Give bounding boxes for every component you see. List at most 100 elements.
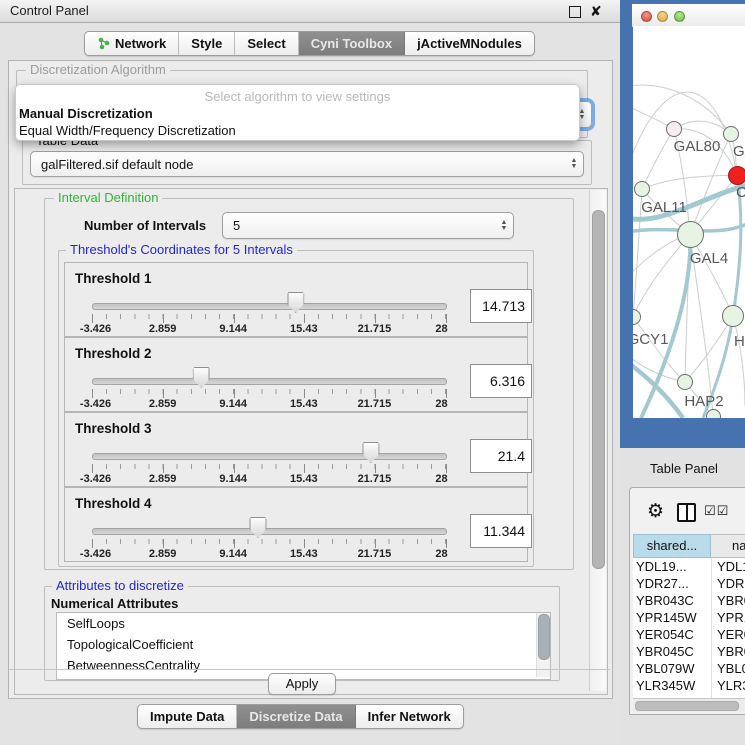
threshold-3-panel: Threshold 3 -3.426 2.859 9.144 15.43 21.… [64,412,528,487]
threshold-2-ticks [92,389,446,398]
network-node[interactable] [723,126,739,142]
column-header-shared[interactable]: shared... [633,534,711,558]
window-title: Control Panel [10,0,89,22]
node-label: C [736,184,745,201]
threshold-3-value-field[interactable]: 21.4 [470,439,532,473]
table-row[interactable]: YBR045CYBR0 [633,643,745,660]
list-item[interactable]: SelfLoops [57,613,550,634]
stepper-arrows-icon: ▲▼ [495,220,513,232]
tab-infer-network[interactable]: Infer Network [356,705,463,728]
tab-style[interactable]: Style [179,32,235,55]
tick-label: -3.426 [80,398,111,410]
threshold-4-label: Threshold 4 [75,496,152,511]
tick-label: 15.43 [290,548,318,560]
network-icon [97,37,110,50]
minimize-traffic-light-icon[interactable] [657,11,668,22]
attributes-group-title: Attributes to discretize [52,579,188,593]
tab-cyni-toolbox-label: Cyni Toolbox [311,32,392,55]
threshold-1-ticks [92,314,446,323]
tick-label: 28 [435,398,447,410]
table-hscrollbar-thumb[interactable] [635,701,739,711]
threshold-1-slider-thumb[interactable] [287,292,304,313]
top-tab-bar: Network Style Select Cyni Toolbox jActiv… [84,31,535,56]
tab-jactivemnodules-label: jActiveMNodules [417,32,522,55]
checkbox-icons[interactable]: ☑☑ [704,504,729,519]
tab-select[interactable]: Select [235,32,298,55]
column-header-name[interactable]: name [711,534,745,558]
tab-cyni-toolbox[interactable]: Cyni Toolbox [299,32,405,55]
num-intervals-value: 5 [223,218,495,233]
tab-jactivemnodules[interactable]: jActiveMNodules [405,32,534,55]
threshold-2-value-field[interactable]: 6.316 [470,364,532,398]
table-row[interactable]: YBL079WYBL0 [633,660,745,677]
node-label: GAL11 [641,199,687,216]
interval-group-title: Interval Definition [54,191,162,205]
tab-discretize-data[interactable]: Discretize Data [237,705,355,728]
table-rows: YDL19...YDL1 YDR27...YDR2 YBR043CYBR0 YP… [633,558,745,698]
table-row[interactable]: YLR345WYLR3 [633,677,745,694]
settings-scrollbar-thumb[interactable] [592,210,605,569]
network-node[interactable] [666,121,682,137]
tick-label: -3.426 [80,473,111,485]
table-panel-title: Table Panel [650,461,718,476]
threshold-4-ticks [92,539,446,548]
threshold-1-value-field[interactable]: 14.713 [470,289,532,323]
control-panel-window: Control Panel ✘ Network Style Select Cyn… [0,0,621,745]
tick-label: 21.715 [358,323,392,335]
tab-impute-data-label: Impute Data [150,705,224,728]
table-row[interactable]: YDL19...YDL1 [633,558,745,575]
network-node[interactable] [677,221,704,248]
table-row[interactable]: YER054CYER0 [633,626,745,643]
algorithm-dropdown-popup: Select algorithm to view settings Manual… [15,84,580,141]
split-columns-icon[interactable] [677,503,696,522]
network-node[interactable] [677,374,693,390]
tab-network[interactable]: Network [85,32,179,55]
tick-label: 9.144 [219,323,247,335]
network-canvas[interactable]: GAL80 GA C GAL11 GAL4 GCY1 H HAP2 [633,26,745,418]
tab-discretize-data-label: Discretize Data [249,705,342,728]
node-label: GAL4 [690,250,728,267]
dropdown-option-equal-width[interactable]: Equal Width/Frequency Discretization [19,123,236,138]
float-window-icon[interactable] [569,6,581,18]
attributes-scrollbar-thumb[interactable] [538,614,550,660]
list-item[interactable]: TopologicalCoefficient [57,634,550,655]
zoom-traffic-light-icon[interactable] [674,11,685,22]
tick-label: 28 [435,473,447,485]
network-node[interactable] [706,409,721,418]
threshold-1-label: Threshold 1 [75,271,152,286]
network-node[interactable] [634,181,650,197]
threshold-3-label: Threshold 3 [75,421,152,436]
threshold-2-label: Threshold 2 [75,346,152,361]
tick-label: 21.715 [358,398,392,410]
table-row[interactable]: YBR043CYBR0 [633,592,745,609]
threshold-3-slider-thumb[interactable] [362,442,379,463]
dropdown-hint: Select algorithm to view settings [16,89,579,104]
num-intervals-label: Number of Intervals [84,218,206,233]
algorithm-group-title: Discretization Algorithm [26,63,170,77]
apply-button[interactable]: Apply [268,673,336,695]
tick-label: 15.43 [290,323,318,335]
close-traffic-light-icon[interactable] [641,11,652,22]
table-row[interactable]: YDR27...YDR2 [633,575,745,592]
tab-infer-network-label: Infer Network [368,705,451,728]
tick-label: 2.859 [149,548,177,560]
threshold-4-value-field[interactable]: 11.344 [470,514,532,548]
table-data-combobox[interactable]: galFiltered.sif default node ▲▼ [30,151,584,177]
close-icon[interactable]: ✘ [590,3,602,20]
node-label: GCY1 [633,331,668,348]
thresholds-group-title: Threshold's Coordinates for 5 Intervals [66,243,297,257]
table-row[interactable]: YPR145WYPR1 [633,609,745,626]
dropdown-option-manual[interactable]: Manual Discretization [19,106,153,121]
threshold-2-slider-thumb[interactable] [193,367,210,388]
gear-icon[interactable]: ⚙ [647,500,664,522]
threshold-4-panel: Threshold 4 -3.426 2.859 9.144 15.43 21.… [64,487,528,562]
tab-impute-data[interactable]: Impute Data [138,705,237,728]
num-intervals-combobox[interactable]: 5 ▲▼ [222,212,514,239]
network-window-titlebar [632,4,745,27]
tick-label: 15.43 [290,398,318,410]
network-node[interactable] [722,305,744,327]
network-node-highlighted[interactable] [728,166,745,185]
tick-label: 2.859 [149,398,177,410]
tick-label: 15.43 [290,473,318,485]
threshold-4-slider-thumb[interactable] [249,517,266,538]
